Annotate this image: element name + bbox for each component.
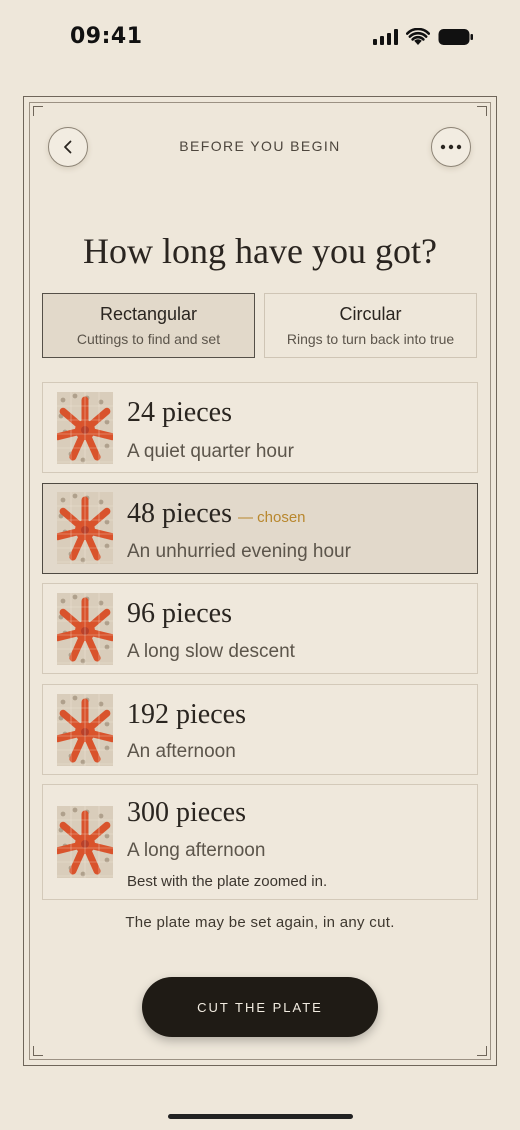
option-24-pieces[interactable]: 24 pieces A quiet quarter hour	[42, 382, 478, 473]
option-title: 48 pieces — chosen	[127, 498, 306, 530]
frame-corner	[33, 1046, 43, 1056]
starfish-thumbnail	[57, 392, 113, 464]
option-300-pieces[interactable]: 300 pieces A long afternoon Best with th…	[42, 784, 478, 900]
option-subtitle: An unhurried evening hour	[127, 541, 351, 562]
frame-corner	[477, 1046, 487, 1056]
option-96-pieces[interactable]: 96 pieces A long slow descent	[42, 583, 478, 674]
frame-corner	[477, 106, 487, 116]
starfish-thumbnail	[57, 694, 113, 766]
starfish-thumbnail	[57, 593, 113, 665]
home-indicator[interactable]	[168, 1114, 353, 1119]
option-title: 24 pieces	[127, 397, 232, 428]
status-icons	[373, 28, 474, 46]
cut-mode-title: Circular	[339, 304, 402, 324]
starfish-thumbnail	[57, 492, 113, 564]
cut-mode-title: Rectangular	[99, 304, 198, 324]
wifi-icon	[406, 28, 430, 45]
option-note: Best with the plate zoomed in.	[127, 873, 328, 890]
option-title: 300 pieces	[127, 797, 246, 828]
cut-the-plate-button[interactable]: CUT THE PLATE	[142, 977, 378, 1037]
footnote: The plate may be set again, in any cut.	[125, 914, 395, 931]
cut-mode-subtitle: Cuttings to find and set	[76, 331, 221, 347]
option-title: 96 pieces	[127, 598, 232, 629]
cut-mode-rectangular[interactable]: Rectangular Cuttings to find and set	[42, 293, 255, 358]
signal-icon	[373, 29, 398, 45]
status-bar: 09:41	[0, 0, 520, 76]
status-time: 09:41	[70, 24, 143, 49]
cut-mode-subtitle: Rings to turn back into true	[286, 331, 455, 347]
option-subtitle: A long slow descent	[127, 641, 295, 662]
more-button[interactable]	[431, 127, 471, 167]
page-headline: How long have you got?	[83, 231, 437, 271]
more-dots-icon	[440, 144, 462, 150]
starfish-thumbnail	[57, 806, 113, 878]
chosen-badge: — chosen	[237, 509, 306, 526]
frame-corner	[33, 106, 43, 116]
battery-icon	[438, 29, 473, 45]
option-subtitle: A long afternoon	[127, 840, 266, 861]
option-subtitle: An afternoon	[127, 741, 236, 762]
option-48-pieces[interactable]: 48 pieces — chosen An unhurried evening h…	[42, 483, 478, 574]
option-subtitle: A quiet quarter hour	[127, 441, 294, 462]
option-192-pieces[interactable]: 192 pieces An afternoon	[42, 684, 478, 775]
cut-mode-circular[interactable]: Circular Rings to turn back into true	[264, 293, 477, 358]
option-title: 192 pieces	[127, 699, 246, 730]
option-title-text: 48 pieces	[127, 498, 232, 529]
